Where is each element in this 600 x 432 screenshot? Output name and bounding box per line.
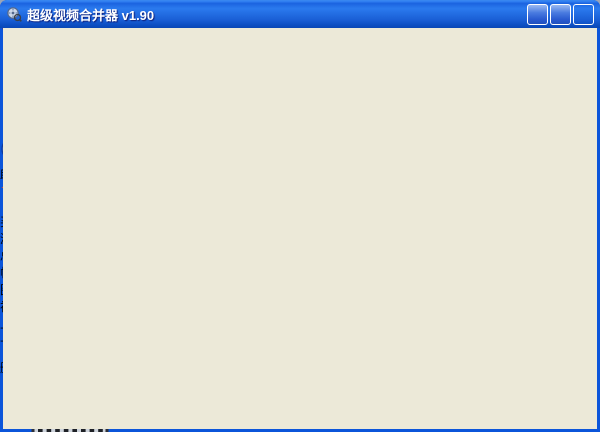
- client-area: [3, 28, 597, 429]
- minimize-button[interactable]: [527, 3, 548, 25]
- window-title: 超级视频合并器 v1.90: [27, 7, 155, 23]
- app-window: 超级视频合并器 v1.90 开始合并(X) 软件注册(Y) 帮助文件(Z): [0, 0, 600, 432]
- titlebar-buttons: [527, 3, 594, 25]
- app-icon: [6, 6, 22, 22]
- titlebar[interactable]: 超级视频合并器 v1.90: [0, 0, 600, 28]
- maximize-button[interactable]: [550, 3, 571, 25]
- close-button[interactable]: [573, 3, 594, 25]
